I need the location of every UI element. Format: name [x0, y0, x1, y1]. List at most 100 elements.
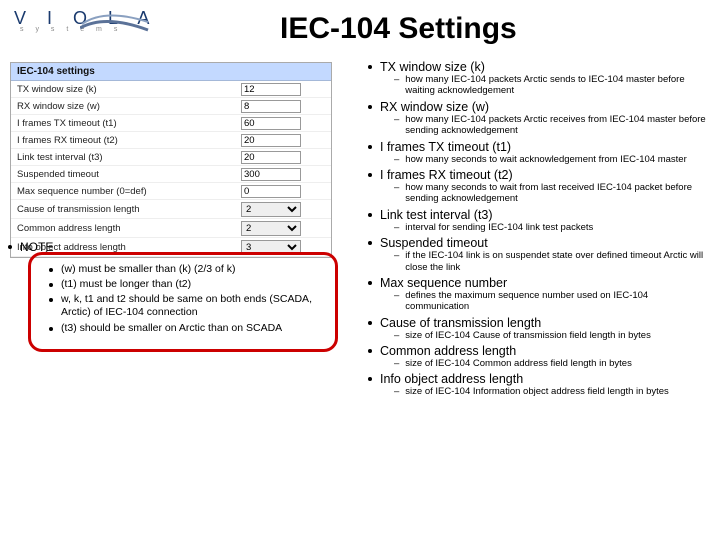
definition-desc: size of IEC-104 Common address field len… — [405, 358, 710, 369]
note-text: w, k, t1 and t2 should be same on both e… — [61, 293, 321, 319]
bullet-icon — [368, 349, 372, 353]
definition-desc-row: –size of IEC-104 Common address field le… — [394, 358, 710, 369]
definition-desc: how many seconds to wait acknowledgement… — [405, 154, 710, 165]
definition-title: Suspended timeout — [380, 236, 710, 250]
definition-title: Common address length — [380, 344, 710, 358]
bullet-icon — [368, 65, 372, 69]
definition-item: Suspended timeout–if the IEC-104 link is… — [368, 236, 710, 274]
definition-desc-row: –size of IEC-104 Information object addr… — [394, 386, 710, 397]
definition-item: Info object address length–size of IEC-1… — [368, 372, 710, 398]
definition-desc-row: –interval for sending IEC-104 link test … — [394, 222, 710, 233]
definition-desc: how many seconds to wait from last recei… — [405, 182, 710, 205]
definition-title: Info object address length — [380, 372, 710, 386]
dash-icon: – — [394, 182, 399, 205]
dash-icon: – — [394, 358, 399, 369]
definitions-column: TX window size (k)–how many IEC-104 pack… — [368, 60, 710, 401]
dash-icon: – — [394, 386, 399, 397]
setting-select[interactable]: 2 — [241, 202, 301, 217]
bullet-icon — [368, 321, 372, 325]
settings-heading: IEC-104 settings — [11, 63, 331, 81]
note-box: (w) must be smaller than (k) (2/3 of k) (… — [28, 252, 338, 352]
settings-row: RX window size (w) — [11, 98, 331, 115]
setting-input[interactable] — [241, 151, 301, 164]
setting-input[interactable] — [241, 117, 301, 130]
setting-label: Link test interval (t3) — [11, 149, 235, 166]
definition-title: TX window size (k) — [380, 60, 710, 74]
definition-title: I frames RX timeout (t2) — [380, 168, 710, 182]
note-item: (t1) must be longer than (t2) — [49, 278, 321, 291]
bullet-icon — [49, 283, 53, 287]
definition-title: RX window size (w) — [380, 100, 710, 114]
settings-row: Common address length 2 — [11, 219, 331, 238]
definition-item: Common address length–size of IEC-104 Co… — [368, 344, 710, 370]
setting-input[interactable] — [241, 83, 301, 96]
note-text: (t1) must be longer than (t2) — [61, 278, 191, 291]
definition-title: Max sequence number — [380, 276, 710, 290]
settings-row: Link test interval (t3) — [11, 149, 331, 166]
settings-row: TX window size (k) — [11, 81, 331, 98]
bullet-icon — [368, 281, 372, 285]
bullet-icon — [49, 327, 53, 331]
setting-input[interactable] — [241, 100, 301, 113]
definition-desc-row: –size of IEC-104 Cause of transmission f… — [394, 330, 710, 341]
swoosh-icon — [80, 6, 150, 36]
dash-icon: – — [394, 330, 399, 341]
note-text: (t3) should be smaller on Arctic than on… — [61, 322, 282, 335]
setting-input[interactable] — [241, 168, 301, 181]
setting-label: RX window size (w) — [11, 98, 235, 115]
bullet-icon — [368, 145, 372, 149]
settings-row: I frames RX timeout (t2) — [11, 132, 331, 149]
definition-desc-row: –how many seconds to wait acknowledgemen… — [394, 154, 710, 165]
settings-panel: IEC-104 settings TX window size (k)RX wi… — [10, 62, 332, 258]
definition-desc: how many IEC-104 packets Arctic sends to… — [405, 74, 710, 97]
definition-desc: interval for sending IEC-104 link test p… — [405, 222, 710, 233]
note-heading: NOTE — [20, 240, 53, 254]
definition-item: RX window size (w)–how many IEC-104 pack… — [368, 100, 710, 138]
note-item: (w) must be smaller than (k) (2/3 of k) — [49, 263, 321, 276]
dash-icon: – — [394, 290, 399, 313]
setting-input[interactable] — [241, 185, 301, 198]
bullet-icon — [49, 268, 53, 272]
note-item: (t3) should be smaller on Arctic than on… — [49, 322, 321, 335]
dash-icon: – — [394, 250, 399, 273]
bullet-icon — [368, 105, 372, 109]
settings-row: Cause of transmission length2 — [11, 200, 331, 219]
bullet-icon — [368, 241, 372, 245]
definition-desc-row: –if the IEC-104 link is on suspendet sta… — [394, 250, 710, 273]
note-item: w, k, t1 and t2 should be same on both e… — [49, 293, 321, 319]
note-list: (w) must be smaller than (k) (2/3 of k) (… — [49, 263, 321, 335]
setting-label: Max sequence number (0=def) — [11, 183, 235, 200]
bullet-icon — [8, 245, 12, 249]
note-text: (w) must be smaller than (k) (2/3 of k) — [61, 263, 235, 276]
definition-title: Link test interval (t3) — [380, 208, 710, 222]
setting-input[interactable] — [241, 134, 301, 147]
setting-label: Common address length — [11, 219, 235, 238]
definition-item: Cause of transmission length–size of IEC… — [368, 316, 710, 342]
definition-item: Link test interval (t3)–interval for sen… — [368, 208, 710, 234]
definition-desc-row: –how many seconds to wait from last rece… — [394, 182, 710, 205]
definition-item: I frames TX timeout (t1)–how many second… — [368, 140, 710, 166]
settings-row: I frames TX timeout (t1) — [11, 115, 331, 132]
bullet-icon — [49, 298, 53, 302]
bullet-icon — [368, 213, 372, 217]
setting-label: I frames TX timeout (t1) — [11, 115, 235, 132]
definition-item: Max sequence number–defines the maximum … — [368, 276, 710, 314]
bullet-icon — [368, 377, 372, 381]
definition-title: I frames TX timeout (t1) — [380, 140, 710, 154]
setting-select[interactable]: 2 — [241, 221, 301, 236]
definition-item: TX window size (k)–how many IEC-104 pack… — [368, 60, 710, 98]
definition-desc-row: –how many IEC-104 packets Arctic sends t… — [394, 74, 710, 97]
dash-icon: – — [394, 74, 399, 97]
definition-desc: how many IEC-104 packets Arctic receives… — [405, 114, 710, 137]
dash-icon: – — [394, 114, 399, 137]
setting-label: TX window size (k) — [11, 81, 235, 98]
definition-desc-row: –defines the maximum sequence number use… — [394, 290, 710, 313]
dash-icon: – — [394, 154, 399, 165]
definition-desc-row: –how many IEC-104 packets Arctic receive… — [394, 114, 710, 137]
definition-desc: size of IEC-104 Cause of transmission fi… — [405, 330, 710, 341]
definition-desc: size of IEC-104 Information object addre… — [405, 386, 710, 397]
setting-label: I frames RX timeout (t2) — [11, 132, 235, 149]
definition-desc: defines the maximum sequence number used… — [405, 290, 710, 313]
definition-item: I frames RX timeout (t2)–how many second… — [368, 168, 710, 206]
definition-desc: if the IEC-104 link is on suspendet stat… — [405, 250, 710, 273]
